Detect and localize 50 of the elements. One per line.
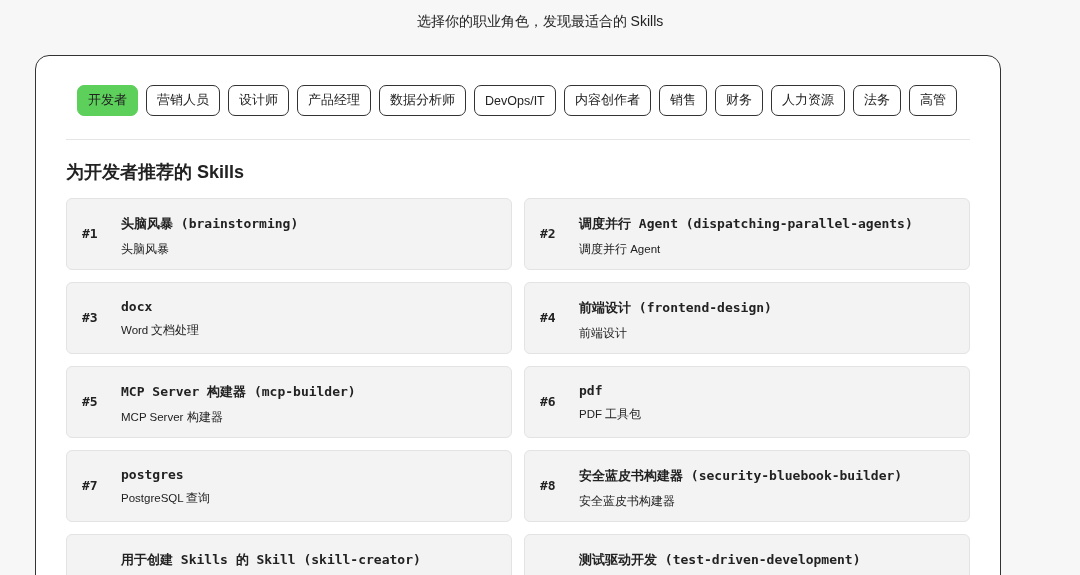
skill-rank: #3 (82, 310, 98, 325)
skill-title: pdf (579, 383, 604, 398)
skill-rank: #8 (540, 478, 556, 493)
skill-description: 头脑风暴 (121, 242, 170, 257)
skill-card[interactable]: #5 MCP Server 构建器 (mcp-builder) MCP Server 构建器 (66, 366, 512, 438)
skill-description: Word 文档处理 (121, 323, 200, 338)
role-tab[interactable]: 开发者 (77, 85, 138, 116)
skill-card[interactable]: #3 docx Word 文档处理 (66, 282, 512, 354)
skill-rank: #1 (82, 226, 98, 241)
skill-title: 测试驱动开发 (test-driven-development) (579, 551, 861, 569)
role-tab[interactable]: 财务 (714, 85, 763, 116)
role-tab[interactable]: 营销人员 (146, 85, 220, 116)
skill-title: MCP Server 构建器 (mcp-builder) (121, 383, 356, 401)
skill-title: 前端设计 (frontend-design) (579, 299, 772, 317)
skill-card[interactable]: #4 前端设计 (frontend-design) 前端设计 (524, 282, 970, 354)
skill-card[interactable]: 测试驱动开发 (test-driven-development) (524, 534, 970, 575)
skill-rank: #7 (82, 478, 98, 493)
section-heading: 为开发者推荐的 Skills (66, 161, 246, 184)
skill-title: 用于创建 Skills 的 Skill (skill-creator) (121, 551, 421, 569)
skill-description: 安全蓝皮书构建器 (579, 494, 676, 509)
role-tab[interactable]: 数据分析师 (379, 85, 466, 116)
role-tab[interactable]: 人力资源 (770, 85, 845, 116)
role-tab[interactable]: 产品经理 (297, 85, 371, 116)
skill-card[interactable]: 用于创建 Skills 的 Skill (skill-creator) (66, 534, 512, 575)
skill-title: docx (121, 299, 154, 314)
skill-card[interactable]: #7 postgres PostgreSQL 查询 (66, 450, 512, 522)
skill-rank: #6 (540, 394, 556, 409)
skill-description: MCP Server 构建器 (121, 410, 224, 425)
role-tab[interactable]: 法务 (852, 85, 901, 116)
skill-description: 前端设计 (579, 326, 628, 341)
page-subtitle: 选择你的职业角色，发现最适合的 Skills (415, 12, 665, 31)
skill-card[interactable]: #8 安全蓝皮书构建器 (security-bluebook-builder) 安全蓝皮书构建器 (524, 450, 970, 522)
role-tab[interactable]: DevOps/IT (474, 85, 556, 116)
skill-rank: #2 (540, 226, 556, 241)
skill-description: PostgreSQL 查询 (121, 491, 211, 506)
skill-description: PDF 工具包 (579, 407, 642, 422)
skill-title: postgres (121, 467, 185, 482)
role-tab[interactable]: 销售 (658, 85, 707, 116)
skill-card[interactable]: #2 调度并行 Agent (dispatching-parallel-agents) 调度并行 Agent (524, 198, 970, 270)
role-tab[interactable]: 内容创作者 (563, 85, 651, 116)
role-tab[interactable]: 高管 (908, 85, 957, 116)
role-tab[interactable]: 设计师 (228, 85, 289, 116)
skill-rank: #5 (82, 394, 98, 409)
skill-title: 调度并行 Agent (dispatching-parallel-agents) (579, 215, 913, 233)
skill-card[interactable]: #6 pdf PDF 工具包 (524, 366, 970, 438)
skill-rank: #4 (540, 310, 556, 325)
skill-card[interactable]: #1 头脑风暴 (brainstorming) 头脑风暴 (66, 198, 512, 270)
skill-title: 安全蓝皮书构建器 (security-bluebook-builder) (579, 467, 903, 485)
skill-description: 调度并行 Agent (579, 242, 662, 257)
skill-title: 头脑风暴 (brainstorming) (121, 215, 299, 233)
